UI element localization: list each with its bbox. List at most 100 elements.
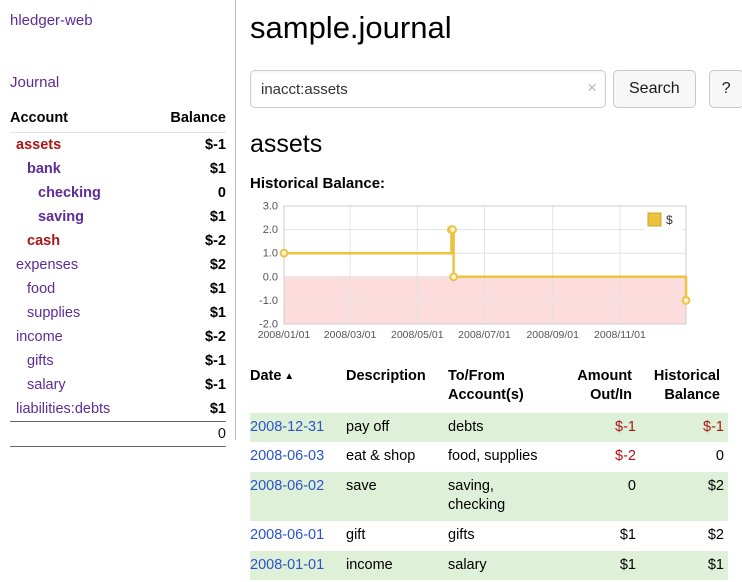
journal-link[interactable]: Journal xyxy=(10,74,59,91)
accounts-table: Account Balance assets $-1 bank $1 checking 0… xyxy=(10,108,226,447)
account-name-cell: assets xyxy=(10,133,149,158)
account-row: food $1 xyxy=(10,277,226,301)
account-row: bank $1 xyxy=(10,157,226,181)
account-name-cell: cash xyxy=(10,229,149,253)
description-cell: pay off xyxy=(346,413,448,443)
page-title: sample.journal xyxy=(250,10,742,46)
account-link[interactable]: cash xyxy=(27,233,60,249)
accounts-cell: food, supplies xyxy=(448,442,556,472)
account-balance: 0 xyxy=(149,181,226,205)
account-balance: $-2 xyxy=(149,325,226,349)
y-tick-label: 2.0 xyxy=(263,224,278,236)
amount-cell: 0 xyxy=(556,472,640,521)
date-link[interactable]: 2008-06-03 xyxy=(250,448,324,464)
account-name-cell: salary xyxy=(10,373,149,397)
date-link[interactable]: 2008-12-31 xyxy=(250,419,324,435)
date-cell: 2008-12-31 xyxy=(250,413,346,443)
account-link[interactable]: bank xyxy=(27,161,61,177)
register-header-row: Date ▲DescriptionTo/From Account(s)Amoun… xyxy=(250,365,728,413)
search-button[interactable]: Search xyxy=(613,70,696,108)
date-link[interactable]: 2008-01-01 xyxy=(250,557,324,573)
account-link[interactable]: expenses xyxy=(16,257,78,273)
account-link[interactable]: income xyxy=(16,329,63,345)
date-link[interactable]: 2008-06-02 xyxy=(250,478,324,494)
description-cell: eat & shop xyxy=(346,442,448,472)
amount-cell: $1 xyxy=(556,521,640,551)
date-link[interactable]: 2008-06-01 xyxy=(250,527,324,543)
account-balance: $1 xyxy=(149,205,226,229)
accounts-cell: salary xyxy=(448,551,556,581)
app-title-link[interactable]: hledger-web xyxy=(10,12,93,29)
register-header-accounts: To/From Account(s) xyxy=(448,365,556,413)
account-balance: $1 xyxy=(149,397,226,422)
account-link[interactable]: gifts xyxy=(27,353,54,369)
account-balance: $1 xyxy=(149,301,226,325)
account-row: saving $1 xyxy=(10,205,226,229)
y-tick-label: 3.0 xyxy=(263,201,278,213)
account-link[interactable]: liabilities:debts xyxy=(16,401,110,417)
account-link[interactable]: checking xyxy=(38,185,101,201)
description-cell: gift xyxy=(346,521,448,551)
data-point xyxy=(281,250,288,257)
account-row: gifts $-1 xyxy=(10,349,226,373)
main-content: sample.journal × Search ? assets Histori… xyxy=(236,0,742,582)
account-balance: $-1 xyxy=(149,349,226,373)
account-name-cell: bank xyxy=(10,157,149,181)
account-name-cell: liabilities:debts xyxy=(10,397,149,422)
page: hledger-web Journal Account Balance asse… xyxy=(0,0,742,582)
total-spacer xyxy=(10,422,149,447)
register-header-date[interactable]: Date ▲ xyxy=(250,365,346,413)
search-row: × Search ? xyxy=(250,70,742,108)
amount-cell: $-1 xyxy=(556,413,640,443)
register-row: 2008-06-01giftgifts$1$2 xyxy=(250,521,728,551)
account-balance: $-1 xyxy=(149,373,226,397)
account-link[interactable]: saving xyxy=(38,209,84,225)
legend-swatch xyxy=(648,213,661,226)
accounts-cell: debts xyxy=(448,413,556,443)
date-cell: 2008-06-02 xyxy=(250,472,346,521)
legend-label: $ xyxy=(666,213,673,227)
account-name-cell: income xyxy=(10,325,149,349)
account-link[interactable]: food xyxy=(27,281,55,297)
x-tick-label: 2008/11/01 xyxy=(594,329,646,341)
account-name-cell: checking xyxy=(10,181,149,205)
account-link[interactable]: assets xyxy=(16,137,61,153)
account-row: supplies $1 xyxy=(10,301,226,325)
chart-svg: 3.02.01.00.0-1.0-2.02008/01/012008/03/01… xyxy=(250,200,698,352)
account-name-cell: gifts xyxy=(10,349,149,373)
y-tick-label: -1.0 xyxy=(259,295,278,307)
account-balance: $1 xyxy=(149,277,226,301)
x-tick-label: 2008/09/01 xyxy=(526,329,579,341)
date-cell: 2008-01-01 xyxy=(250,551,346,581)
chart-legend: $ xyxy=(644,210,682,230)
accounts-header-row: Account Balance xyxy=(10,108,226,133)
account-row: liabilities:debts $1 xyxy=(10,397,226,422)
search-box: × xyxy=(250,70,606,108)
help-button[interactable]: ? xyxy=(709,70,742,108)
balance-column-header: Balance xyxy=(149,108,226,133)
account-balance: $-1 xyxy=(149,133,226,158)
account-row: cash$-2 xyxy=(10,229,226,253)
account-name-cell: expenses xyxy=(10,253,149,277)
clear-search-icon[interactable]: × xyxy=(587,78,597,98)
account-link[interactable]: supplies xyxy=(27,305,80,321)
account-row: assets $-1 xyxy=(10,133,226,158)
amount-cell: $1 xyxy=(556,551,640,581)
data-point xyxy=(683,297,690,304)
account-name-cell: supplies xyxy=(10,301,149,325)
register-header-description: Description xyxy=(346,365,448,413)
register-table: Date ▲DescriptionTo/From Account(s)Amoun… xyxy=(250,365,728,580)
amount-cell: $-2 xyxy=(556,442,640,472)
account-link[interactable]: salary xyxy=(27,377,66,393)
accounts-total: 0 xyxy=(149,422,226,447)
description-cell: save xyxy=(346,472,448,521)
search-input[interactable] xyxy=(250,70,606,108)
account-column-header: Account xyxy=(10,108,149,133)
account-balance: $1 xyxy=(149,157,226,181)
register-header-balance: Historical Balance xyxy=(640,365,728,413)
account-name-cell: food xyxy=(10,277,149,301)
accounts-total-row: 0 xyxy=(10,422,226,447)
x-tick-label: 2008/05/01 xyxy=(391,329,444,341)
accounts-cell: saving, checking xyxy=(448,472,556,521)
balance-cell: $2 xyxy=(640,521,728,551)
